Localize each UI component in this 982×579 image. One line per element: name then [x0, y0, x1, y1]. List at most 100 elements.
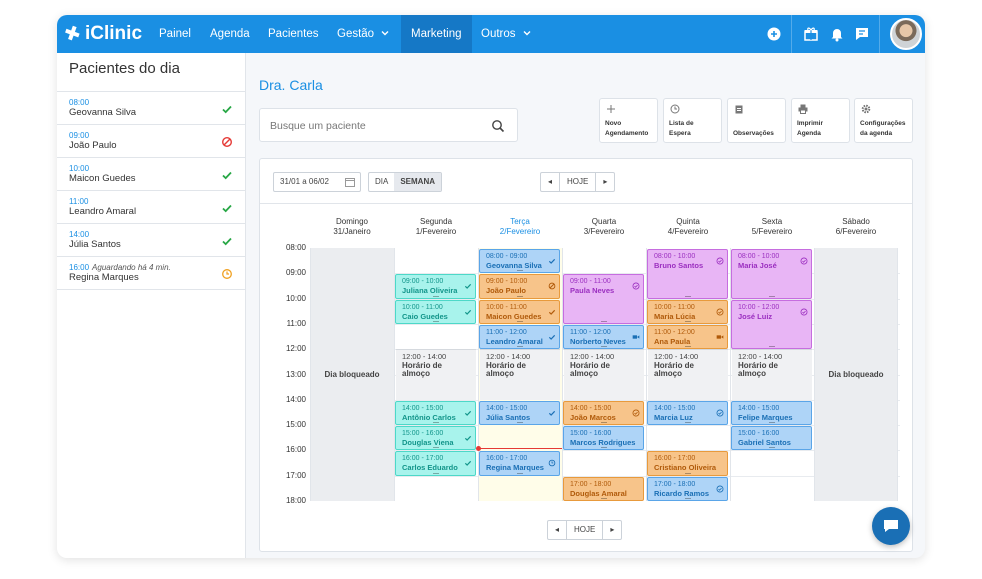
appointment-block[interactable]: 14:00 - 15:00 João Marcos	[563, 400, 644, 426]
nav-painel[interactable]: Painel	[159, 15, 191, 53]
support-chat-button[interactable]	[872, 507, 910, 545]
plus-circle-icon[interactable]	[766, 26, 782, 42]
resize-handle[interactable]	[516, 346, 523, 348]
appointment-block[interactable]: 09:00 - 11:00 Paula Neves	[563, 274, 644, 324]
label-line: da agenda	[860, 130, 893, 137]
appointment-block[interactable]: 14:00 - 15:00 Júlia Santos	[479, 400, 560, 426]
next-week-button[interactable]: ▸	[595, 173, 614, 191]
sidebar-patient-item[interactable]: 09:00 João Paulo	[57, 125, 246, 158]
appointment-patient: Juliana Oliveira	[402, 286, 458, 296]
appointment-block[interactable]: 08:00 - 10:00 Bruno Santos	[647, 249, 728, 299]
time-value: 16:00	[69, 263, 90, 272]
resize-handle[interactable]	[684, 320, 691, 322]
quick-action-plus-button[interactable]: Novo Agendamento	[599, 98, 658, 143]
quick-action-clipboard-button[interactable]: Observações	[727, 98, 786, 143]
lunch-label: almoço	[654, 369, 683, 379]
resize-handle[interactable]	[516, 472, 523, 474]
check-icon	[464, 429, 472, 442]
nav-marketing[interactable]: Marketing	[401, 15, 472, 53]
resize-handle[interactable]	[684, 472, 691, 474]
resize-handle[interactable]	[600, 320, 607, 322]
circle-check-icon	[716, 404, 724, 417]
appointment-block[interactable]: 09:00 - 10:00 João Paulo	[479, 274, 560, 299]
resize-handle[interactable]	[432, 422, 439, 424]
appointment-block[interactable]: 17:00 - 18:00 Douglas Amaral	[563, 476, 644, 501]
appointment-block[interactable]: 11:00 - 12:00 Norberto Neves	[563, 324, 644, 350]
sidebar-patient-item[interactable]: 10:00 Maicon Guedes	[57, 158, 246, 191]
date-range-picker[interactable]: 31/01 a 06/02	[273, 172, 361, 192]
nav-gestao[interactable]: Gestão	[337, 15, 389, 53]
patient-search-input[interactable]: Busque um paciente	[259, 108, 518, 142]
quick-action-gear-button[interactable]: Configurações da agenda	[854, 98, 913, 143]
appointment-block[interactable]: 16:00 - 17:00 Cristiano Oliveira	[647, 451, 728, 476]
appointment-block[interactable]: 10:00 - 11:00 Caio Guedes	[395, 299, 476, 324]
resize-handle[interactable]	[516, 295, 523, 297]
resize-handle[interactable]	[768, 346, 775, 348]
quick-action-printer-button[interactable]: Imprimir Agenda	[791, 98, 850, 143]
hour-label: 10:00	[285, 293, 306, 303]
appointment-block[interactable]: 14:00 - 15:00 Felipe Marques	[731, 400, 812, 426]
resize-handle[interactable]	[516, 270, 523, 272]
appointment-block[interactable]: 17:00 - 18:00 Ricardo Ramos	[647, 476, 728, 501]
calendar-icon	[345, 178, 355, 187]
resize-handle[interactable]	[432, 295, 439, 297]
user-avatar[interactable]	[890, 18, 922, 50]
quick-action-clock-button[interactable]: Lista de Espera	[663, 98, 722, 143]
resize-handle[interactable]	[600, 346, 607, 348]
appointment-block[interactable]: 10:00 - 12:00 José Luiz	[731, 299, 812, 350]
resize-handle[interactable]	[684, 422, 691, 424]
appointment-block[interactable]: 11:00 - 12:00 Ana Paula	[647, 324, 728, 350]
resize-handle[interactable]	[768, 422, 775, 424]
nav-agenda[interactable]: Agenda	[210, 15, 250, 53]
appointment-block[interactable]: 15:00 - 16:00 Gabriel Santos	[731, 426, 812, 451]
view-day-button[interactable]: DIA	[369, 173, 394, 191]
resize-handle[interactable]	[768, 447, 775, 449]
bell-icon[interactable]	[829, 26, 845, 42]
sidebar-patient-item[interactable]: 08:00 Geovanna Silva	[57, 92, 246, 125]
nav-pacientes[interactable]: Pacientes	[268, 15, 319, 53]
appointment-block[interactable]: 09:00 - 10:00 Juliana Oliveira	[395, 274, 476, 299]
resize-handle[interactable]	[432, 320, 439, 322]
sidebar-patient-item[interactable]: 16:00 Aguardando há 4 min. Regina Marques	[57, 257, 246, 290]
today-button[interactable]: HOJE	[560, 173, 595, 191]
resize-handle[interactable]	[684, 295, 691, 297]
next-week-button[interactable]: ▸	[602, 521, 621, 539]
appointment-block[interactable]: 08:00 - 10:00 Maria José	[731, 249, 812, 299]
resize-handle[interactable]	[516, 320, 523, 322]
appointment-block[interactable]: 14:00 - 15:00 Marcia Luz	[647, 400, 728, 426]
appointment-block[interactable]: 10:00 - 11:00 Maicon Guedes	[479, 299, 560, 324]
resize-handle[interactable]	[684, 346, 691, 348]
doctor-name: Dra. Carla	[259, 77, 323, 93]
resize-handle[interactable]	[768, 295, 775, 297]
prev-week-button[interactable]: ◂	[548, 521, 568, 539]
clock-icon	[221, 267, 233, 279]
brand-logo[interactable]: iClinic	[63, 22, 142, 46]
gift-icon[interactable]	[803, 26, 819, 42]
view-week-button[interactable]: SEMANA	[394, 173, 442, 191]
resize-handle[interactable]	[600, 447, 607, 449]
search-icon[interactable]	[491, 119, 505, 133]
resize-handle[interactable]	[432, 472, 439, 474]
appointment-block[interactable]: 15:00 - 16:00 Douglas Viena	[395, 426, 476, 451]
appointment-block[interactable]: 10:00 - 11:00 Maria Lúcia	[647, 299, 728, 324]
today-button[interactable]: HOJE	[567, 521, 602, 539]
resize-handle[interactable]	[684, 497, 691, 499]
sidebar-patient-item[interactable]: 11:00 Leandro Amaral	[57, 191, 246, 224]
resize-handle[interactable]	[600, 422, 607, 424]
resize-handle[interactable]	[600, 497, 607, 499]
appointment-block[interactable]: 08:00 - 09:00 Geovanna Silva	[479, 249, 560, 274]
appointment-block[interactable]: 11:00 - 12:00 Leandro Amaral	[479, 324, 560, 350]
sidebar-patient-item[interactable]: 14:00 Júlia Santos	[57, 224, 246, 257]
nav-outros[interactable]: Outros	[481, 15, 531, 53]
appointment-block[interactable]: 14:00 - 15:00 Antônio Carlos	[395, 400, 476, 426]
appointment-block[interactable]: 16:00 - 17:00 Carlos Eduardo	[395, 451, 476, 476]
appointment-block[interactable]: 15:00 - 16:00 Marcos Rodrigues	[563, 426, 644, 451]
resize-handle[interactable]	[432, 447, 439, 449]
prev-week-button[interactable]: ◂	[541, 173, 561, 191]
chat-icon[interactable]	[854, 26, 870, 42]
appointment-block[interactable]: 16:00 - 17:00 Regina Marques	[479, 451, 560, 476]
resize-handle[interactable]	[516, 422, 523, 424]
quick-action-label: Lista de Espera	[669, 119, 694, 139]
search-placeholder: Busque um paciente	[270, 120, 366, 132]
lunch-text: 12:00 - 14:00 Horário de almoço	[738, 352, 782, 379]
